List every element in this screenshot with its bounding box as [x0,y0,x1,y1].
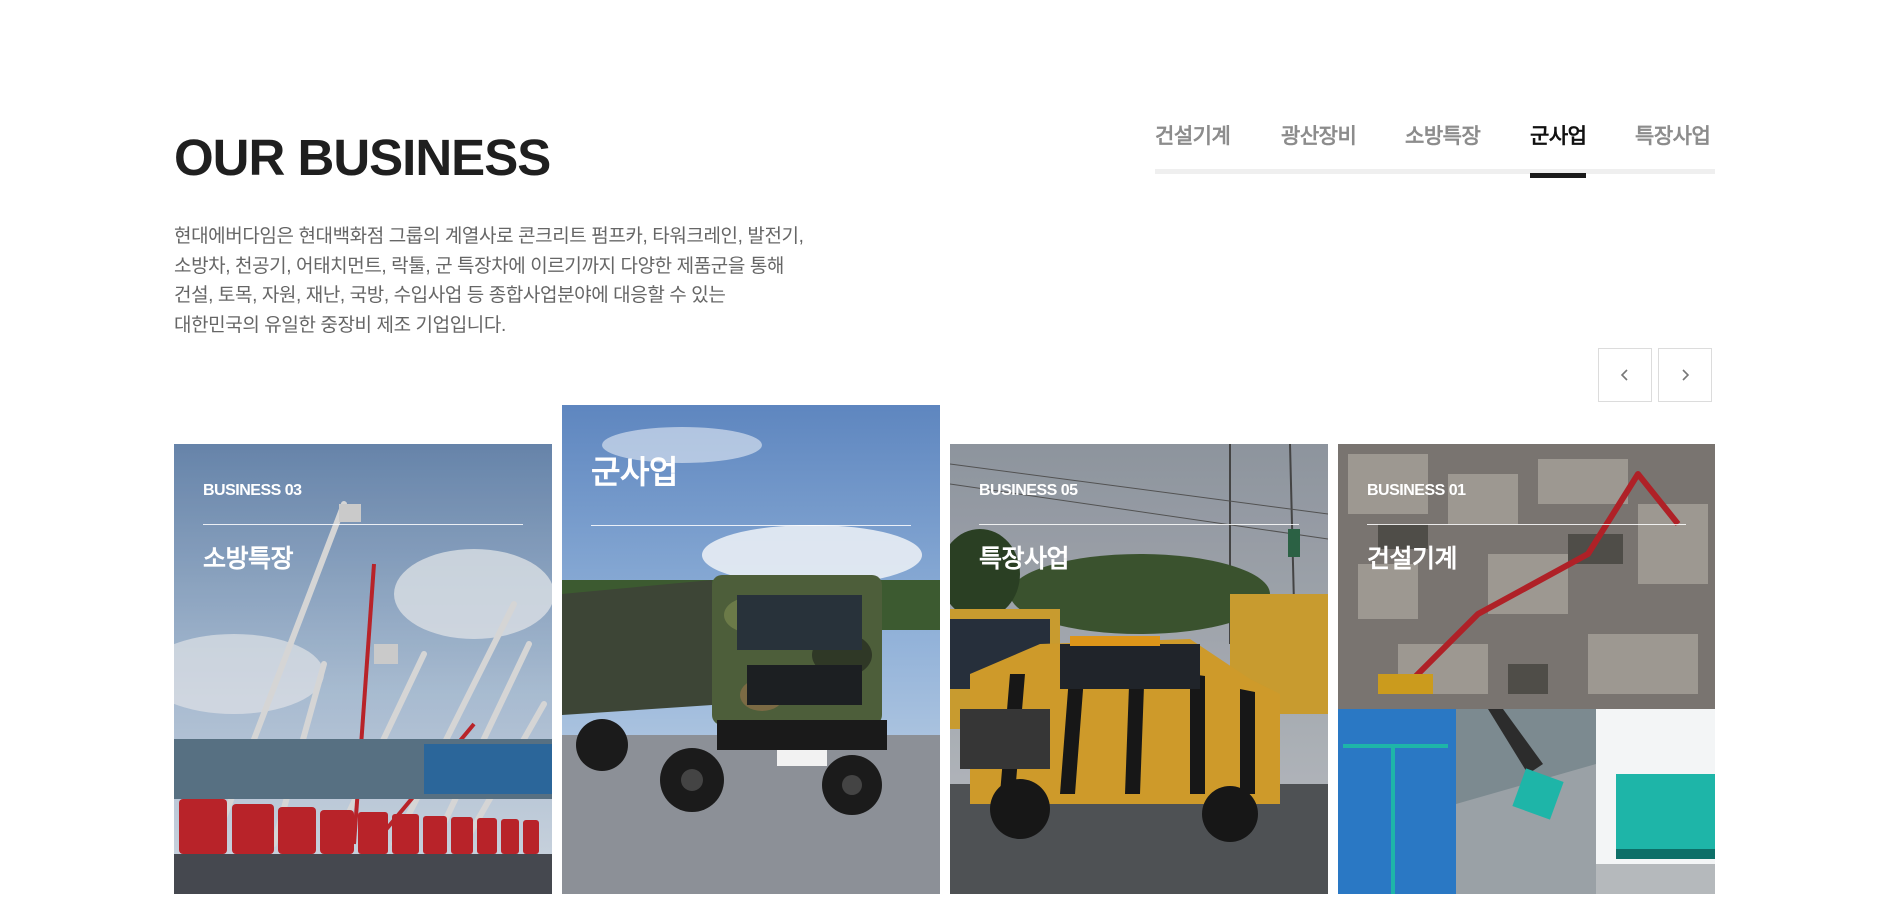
fire-truck-ladders-photo [174,444,552,894]
card-title: 소방특장 [203,545,294,573]
business-card-special-purpose[interactable]: BUSINESS 05 특장사업 [950,444,1328,894]
prev-slide-button[interactable] [1598,348,1652,402]
card-title: 건설기계 [1367,545,1458,573]
section-title: OUR BUSINESS [174,129,551,186]
chevron-left-icon [1620,369,1628,381]
card-title: 군사업 [591,454,678,490]
tab-fire-special-vehicles[interactable]: 소방특장 [1405,120,1481,168]
business-card-construction[interactable]: BUSINESS 01 건설기계 [1338,444,1715,894]
business-card-fire-special[interactable]: BUSINESS 03 소방특장 [174,444,552,894]
chevron-right-icon [1682,369,1690,381]
next-slide-button[interactable] [1658,348,1712,402]
construction-machinery-collage [1338,444,1715,894]
card-divider [591,525,911,526]
card-divider [203,524,523,525]
tiger-striped-pickup-photo [950,444,1328,894]
business-card-military[interactable]: 군사업 [562,405,940,894]
business-tabs: 건설기계 광산장비 소방특장 군사업 특장사업 [1155,120,1715,178]
business-section: OUR BUSINESS 현대에버다임은 현대백화점 그룹의 계열사로 콘크리트… [0,0,1877,911]
tab-mining-equipment[interactable]: 광산장비 [1281,120,1357,168]
tabs-track [1155,169,1715,174]
description-line: 현대에버다임은 현대백화점 그룹의 계열사로 콘크리트 펌프카, 타워크레인, … [174,226,804,247]
description-line: 소방차, 천공기, 어태치먼트, 락툴, 군 특장차에 이르기까지 다양한 제품… [174,255,784,277]
card-title: 특장사업 [979,545,1070,573]
card-number-label: BUSINESS 01 [1367,482,1466,499]
card-number-label: BUSINESS 03 [203,482,302,499]
tab-special-purpose-business[interactable]: 특장사업 [1635,120,1711,168]
description-line: 건설, 토목, 자원, 재난, 국방, 수입사업 등 종합사업분야에 대응할 수… [174,285,726,306]
tab-military-business[interactable]: 군사업 [1530,120,1587,178]
tab-construction-machinery[interactable]: 건설기계 [1155,120,1231,168]
card-number-label: BUSINESS 05 [979,482,1078,499]
card-divider [1367,524,1686,525]
card-divider [979,524,1299,525]
section-description: 현대에버다임은 현대백화점 그룹의 계열사로 콘크리트 펌프카, 타워크레인, … [174,222,874,340]
description-line: 대한민국의 유일한 중장비 제조 기업입니다. [174,314,506,336]
